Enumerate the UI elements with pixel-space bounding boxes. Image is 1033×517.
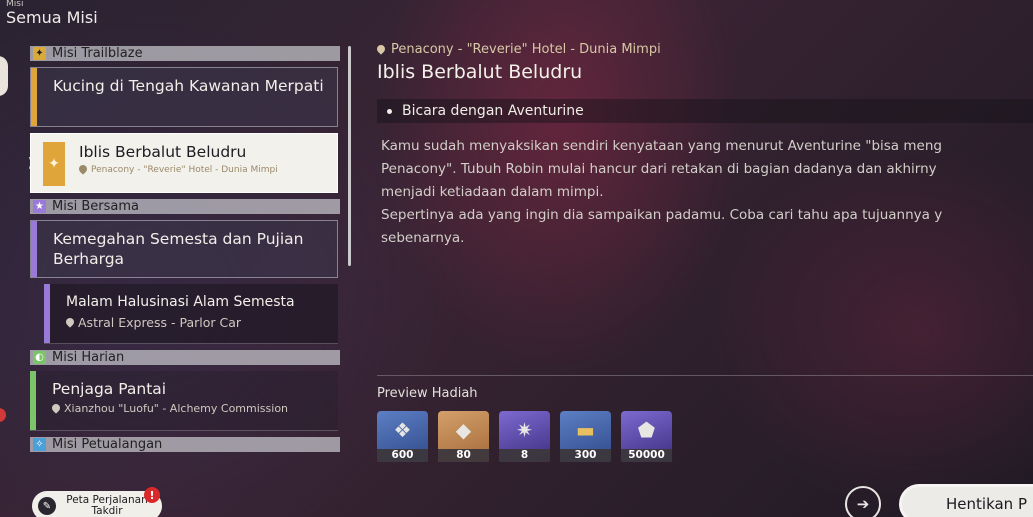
mission-accent-bar (44, 284, 50, 343)
mission-description: Kamu sudah menyaksikan sendiri kenyataan… (381, 138, 943, 246)
stellar-jade-icon: ❖ (393, 418, 412, 442)
objective-text: Bicara dengan Aventurine (402, 103, 584, 119)
category-header-petualangan: ✧ Misi Petualangan (30, 437, 340, 452)
reward-preview-title: Preview Hadiah (377, 386, 478, 401)
breadcrumb: Misi (6, 0, 24, 6)
side-tab[interactable] (0, 56, 8, 96)
stop-tracking-button[interactable]: Hentikan P (899, 484, 1033, 517)
mission-list[interactable]: ✦ Misi Trailblaze Kucing di Tengah Kawan… (30, 46, 340, 476)
mission-name: Malam Halusinasi Alam Semesta (66, 294, 295, 310)
mission-location: Astral Express - Parlor Car (66, 315, 328, 330)
fate-map-button[interactable]: ✎ Peta Perjalanan Takdir (32, 491, 162, 517)
mission-name: Penjaga Pantai (52, 380, 167, 398)
list-scrollbar[interactable] (348, 46, 351, 266)
location-pin-icon (66, 318, 74, 328)
mission-accent-bar (31, 68, 37, 126)
objective-row: Bicara dengan Aventurine (377, 99, 1033, 123)
page-header: Misi Semua Misi (6, 0, 98, 27)
navigate-button[interactable]: ➔ (845, 486, 881, 517)
reward-item[interactable]: ▬ 300 (560, 411, 611, 462)
reward-list: ❖ 600 ◆ 80 ✷ 8 ▬ 300 ⬟ 50000 (377, 411, 672, 462)
location-pin-icon (79, 165, 87, 175)
mission-item-penjaga[interactable]: Penjaga Pantai Xianzhou "Luofu" - Alchem… (30, 371, 338, 431)
mission-name: Kucing di Tengah Kawanan Merpati (53, 77, 324, 95)
reward-item[interactable]: ✷ 8 (499, 411, 550, 462)
side-tab-strip (0, 40, 8, 510)
location-pin-icon (377, 45, 385, 55)
reward-item[interactable]: ⬟ 50000 (621, 411, 672, 462)
star-icon: ★ (33, 200, 46, 213)
trailblaze-mission-icon: ✦ (43, 142, 65, 186)
mission-location: Penacony - "Reverie" Hotel - Dunia Mimpi (79, 165, 327, 175)
alert-badge: ! (144, 487, 160, 503)
detail-title: Iblis Berbalut Beludru (377, 61, 583, 83)
mission-item-malam[interactable]: Malam Halusinasi Alam Semesta Astral Exp… (44, 284, 338, 344)
mission-detail: Penacony - "Reverie" Hotel - Dunia Mimpi… (377, 42, 1033, 250)
notification-dot (0, 408, 6, 422)
navigate-arrow-icon: ➔ (856, 495, 870, 513)
bullet-icon (387, 108, 392, 114)
category-header-harian: ◐ Misi Harian (30, 350, 340, 365)
mission-item-kucing[interactable]: Kucing di Tengah Kawanan Merpati (30, 67, 338, 127)
credit-icon: ⬟ (637, 418, 656, 442)
page-title: Semua Misi (6, 8, 98, 27)
purple-item-icon: ✷ (516, 418, 533, 442)
mission-accent-bar (30, 371, 36, 430)
ticket-icon: ▬ (576, 418, 595, 442)
reward-item[interactable]: ❖ 600 (377, 411, 428, 462)
adventure-icon: ✧ (33, 438, 46, 451)
feather-icon: ✎ (38, 497, 56, 515)
mission-name: Iblis Berbalut Beludru (79, 143, 247, 161)
mission-accent-bar (31, 221, 37, 277)
location-pin-icon (52, 404, 60, 414)
detail-location: Penacony - "Reverie" Hotel - Dunia Mimpi (377, 42, 1033, 57)
mission-item-kemegahan[interactable]: Kemegahan Semesta dan Pujian Berharga (30, 220, 338, 278)
reward-item[interactable]: ◆ 80 (438, 411, 489, 462)
divider (377, 375, 1033, 376)
trailblaze-icon: ✦ (33, 47, 46, 60)
category-header-bersama: ★ Misi Bersama (30, 199, 340, 214)
daily-icon: ◐ (33, 351, 46, 364)
material-icon: ◆ (455, 418, 472, 442)
mission-name: Kemegahan Semesta dan Pujian Berharga (53, 230, 304, 268)
category-header-trailblaze: ✦ Misi Trailblaze (30, 46, 340, 61)
mission-item-iblis[interactable]: ✦ Iblis Berbalut Beludru Penacony - "Rev… (30, 133, 338, 193)
mission-location: Xianzhou "Luofu" - Alchemy Commission (52, 402, 328, 415)
